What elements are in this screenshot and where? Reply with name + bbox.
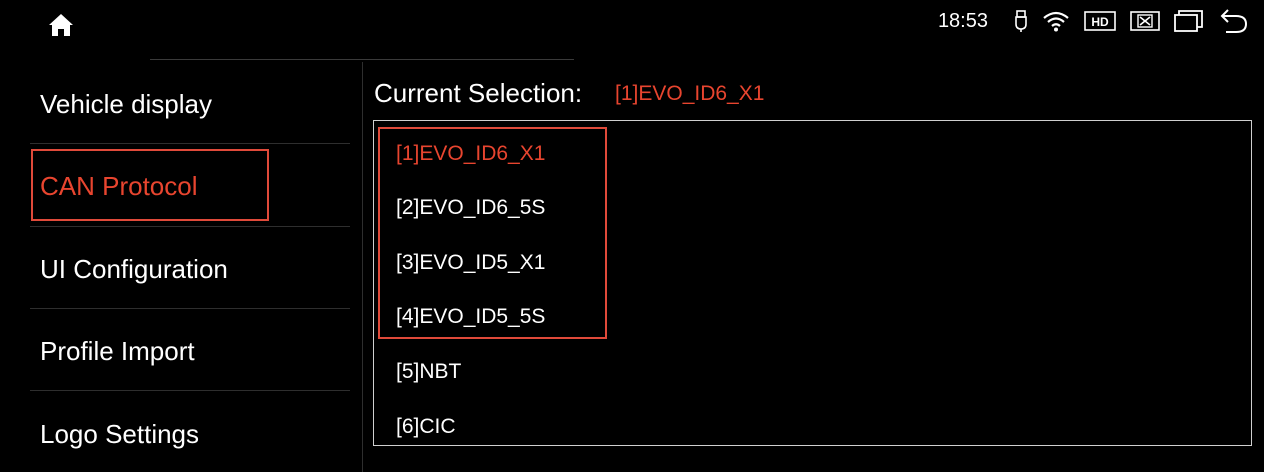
sidebar-item-logo-settings[interactable]: Logo Settings <box>40 404 340 464</box>
sidebar-divider <box>30 143 350 144</box>
back-icon[interactable] <box>1218 8 1248 34</box>
close-icon[interactable] <box>1130 11 1160 31</box>
hd-icon: HD <box>1084 11 1116 31</box>
protocol-item-5[interactable]: [5]NBT <box>396 357 461 387</box>
sidebar-divider <box>30 390 350 391</box>
sidebar-divider <box>30 308 350 309</box>
status-bar: 18:53 HD <box>0 0 1264 44</box>
current-selection-value: [1]EVO_ID6_X1 <box>615 82 765 105</box>
sidebar-divider <box>30 226 350 227</box>
home-icon[interactable] <box>46 12 76 38</box>
protocol-group-highlight <box>378 127 607 339</box>
usb-icon <box>1014 10 1028 32</box>
current-selection-label: Current Selection: <box>374 78 583 108</box>
sidebar-item-ui-configuration[interactable]: UI Configuration <box>40 239 340 299</box>
sidebar-item-profile-import[interactable]: Profile Import <box>40 321 340 381</box>
status-icons: 18:53 HD <box>938 6 1248 36</box>
protocol-item-6[interactable]: [6]CIC <box>396 412 456 442</box>
active-item-highlight <box>31 149 269 221</box>
wifi-icon <box>1042 10 1070 32</box>
top-divider <box>150 59 574 60</box>
clock: 18:53 <box>937 9 988 32</box>
vertical-divider <box>362 62 363 472</box>
window-icon[interactable] <box>1174 9 1204 33</box>
sidebar-item-vehicle-display[interactable]: Vehicle display <box>40 74 340 134</box>
hd-badge-text: HD <box>1091 15 1109 29</box>
